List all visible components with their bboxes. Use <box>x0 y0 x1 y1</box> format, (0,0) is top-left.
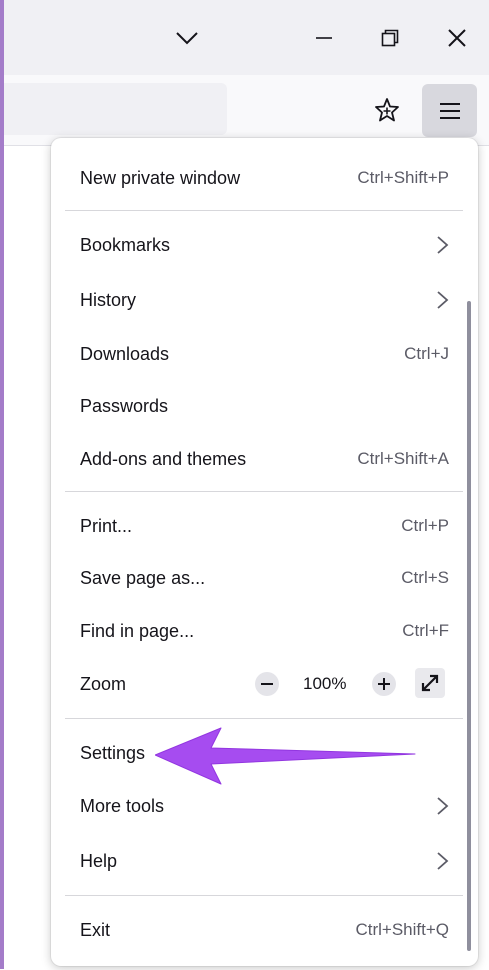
menu-item-label: Print... <box>80 516 133 536</box>
menu-item-shortcut: Ctrl+P <box>401 516 449 535</box>
close-icon <box>448 29 466 47</box>
chevron-down-icon <box>176 32 198 45</box>
zoom-level[interactable]: 100% <box>303 660 346 708</box>
menu-item-label: Exit <box>80 920 111 940</box>
menu-separator <box>65 718 463 719</box>
chevron-right-icon <box>437 797 449 815</box>
chevron-right-icon <box>437 852 449 870</box>
chevron-right-icon <box>437 291 449 309</box>
menu-item-label: Passwords <box>80 396 169 416</box>
minus-icon <box>261 683 273 685</box>
plus-icon <box>378 678 390 690</box>
title-bar <box>0 0 489 75</box>
menu-separator <box>65 895 463 896</box>
menu-item-exit[interactable]: Exit Ctrl+Shift+Q <box>51 906 478 954</box>
menu-item-shortcut: Ctrl+J <box>404 344 449 363</box>
menu-item-shortcut: Ctrl+Shift+Q <box>355 920 449 939</box>
menu-item-shortcut: Ctrl+Shift+P <box>357 168 449 187</box>
menu-separator <box>65 491 463 492</box>
menu-item-find-in-page[interactable]: Find in page... Ctrl+F <box>51 607 478 655</box>
minimize-button[interactable] <box>304 12 344 64</box>
restore-button[interactable] <box>370 12 410 64</box>
fullscreen-icon <box>421 674 439 692</box>
menu-item-label: Bookmarks <box>80 235 171 255</box>
menu-item-help[interactable]: Help <box>51 837 478 885</box>
menu-item-label: Save page as... <box>80 568 206 588</box>
menu-item-print[interactable]: Print... Ctrl+P <box>51 502 478 550</box>
chevron-right-icon <box>437 236 449 254</box>
menu-item-label: Settings <box>80 743 146 763</box>
menu-item-label: Add-ons and themes <box>80 449 247 469</box>
app-menu-button[interactable] <box>422 84 477 137</box>
menu-item-downloads[interactable]: Downloads Ctrl+J <box>51 330 478 378</box>
menu-item-zoom: Zoom 100% <box>51 660 478 708</box>
menu-item-new-private-window[interactable]: New private window Ctrl+Shift+P <box>51 154 478 202</box>
hamburger-menu-icon <box>439 102 460 119</box>
star-icon <box>375 98 399 122</box>
menu-item-label: More tools <box>80 796 165 816</box>
menu-item-save-page[interactable]: Save page as... Ctrl+S <box>51 554 478 602</box>
menu-item-label: Find in page... <box>80 621 195 641</box>
menu-scrollbar[interactable] <box>467 301 471 951</box>
menu-item-shortcut: Ctrl+F <box>402 621 449 640</box>
zoom-out-button[interactable] <box>255 672 279 696</box>
window-edge <box>0 0 4 969</box>
menu-item-label: Zoom <box>80 674 127 694</box>
menu-item-passwords[interactable]: Passwords <box>51 382 478 430</box>
minimize-icon <box>316 37 332 39</box>
menu-item-label: Help <box>80 851 118 871</box>
url-bar[interactable] <box>0 83 227 135</box>
menu-item-label: History <box>80 290 137 310</box>
menu-item-addons[interactable]: Add-ons and themes Ctrl+Shift+A <box>51 435 478 483</box>
app-menu-panel: New private window Ctrl+Shift+P Bookmark… <box>51 138 478 966</box>
menu-item-shortcut: Ctrl+Shift+A <box>357 449 449 468</box>
pointer-arrow-icon <box>155 727 416 785</box>
menu-item-label: Downloads <box>80 344 170 364</box>
restore-icon <box>381 29 399 47</box>
close-window-button[interactable] <box>437 12 477 64</box>
menu-separator <box>65 210 463 211</box>
zoom-in-button[interactable] <box>372 672 396 696</box>
tabs-dropdown-button[interactable] <box>167 12 207 64</box>
menu-item-bookmarks[interactable]: Bookmarks <box>51 221 478 269</box>
menu-item-history[interactable]: History <box>51 276 478 324</box>
menu-item-shortcut: Ctrl+S <box>401 568 449 587</box>
menu-item-label: New private window <box>80 168 241 188</box>
bookmark-page-button[interactable] <box>367 88 407 132</box>
fullscreen-button[interactable] <box>415 668 445 698</box>
